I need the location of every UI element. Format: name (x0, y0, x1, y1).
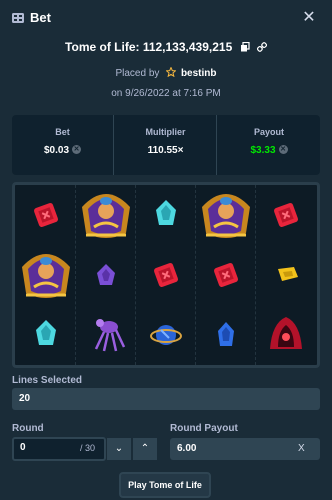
round-label: Round (12, 423, 44, 434)
currency-clear-icon: X (298, 443, 305, 454)
wild-priestess-icon (196, 185, 256, 245)
round-payout-label: Round Payout (170, 423, 238, 434)
link-icon[interactable] (256, 42, 267, 52)
reel-3 (136, 185, 196, 365)
bet-date: on 9/26/2022 at 7:16 PM (111, 88, 221, 99)
bet-value-row: $0.03 (12, 144, 113, 156)
wild-priestess-icon (76, 185, 136, 245)
modal-header: Bet ✕ (0, 0, 332, 36)
game-title-row: Tome of Life: 112,133,439,215 (0, 40, 332, 58)
reel-2 (76, 185, 136, 365)
red-gem-icon (136, 245, 196, 305)
bet-stat: Bet $0.03 (12, 115, 114, 175)
placed-by-label: Placed by (115, 68, 160, 79)
round-total: / 30 (80, 443, 96, 453)
red-hood-icon (256, 305, 316, 365)
ticket-icon (12, 13, 24, 23)
star-icon (166, 67, 177, 77)
play-game-button[interactable]: Play Tome of Life (119, 472, 211, 498)
bet-stats-panel: Bet $0.03 Multiplier 110.55× Payout $3.3… (12, 115, 320, 175)
chevron-up-icon: ⌃ (140, 443, 150, 454)
multiplier-label: Multiplier (145, 127, 186, 137)
payout-label: Payout (253, 127, 284, 137)
lines-selected-field: 20 (12, 388, 320, 410)
round-value: 0 (20, 442, 26, 453)
multiplier-stat: Multiplier 110.55× (115, 115, 217, 175)
round-up-button[interactable]: ⌃ (133, 438, 157, 460)
lines-selected-label: Lines Selected (12, 375, 83, 386)
red-gem-icon (196, 245, 256, 305)
round-down-button[interactable]: ⌄ (107, 438, 131, 460)
payout-value-row: $3.33 (218, 144, 320, 156)
blue-orb-icon (136, 305, 196, 365)
slot-board (12, 182, 320, 368)
copy-icon[interactable] (240, 42, 250, 52)
game-title: Tome of Life: 112,133,439,215 (65, 40, 233, 54)
bet-label: Bet (55, 127, 70, 137)
red-gem-icon (256, 185, 316, 245)
currency-icon (72, 144, 82, 155)
cyan-gem-icon (16, 305, 76, 365)
reel-5 (256, 185, 316, 365)
wild-priestess-icon (16, 245, 76, 305)
payout-stat: Payout $3.33 (218, 115, 320, 175)
close-icon[interactable]: ✕ (300, 9, 318, 27)
cyan-gem-icon (136, 185, 196, 245)
currency-icon (278, 144, 288, 155)
blue-gem-icon (196, 305, 256, 365)
red-gem-icon (16, 185, 76, 245)
multiplier-value: 110.55× (147, 145, 184, 156)
spider-creature-icon (76, 305, 136, 365)
reel-4 (196, 185, 256, 365)
payout-value: $3.33 (250, 145, 276, 156)
purple-gem-icon (76, 245, 136, 305)
chevron-down-icon: ⌄ (114, 443, 124, 454)
round-payout-value: 6.00 (177, 443, 197, 454)
placed-by-row: Placed by bestinb (0, 67, 332, 81)
modal-title: Bet (30, 10, 51, 25)
bet-value: $0.03 (43, 145, 70, 156)
username-link[interactable]: bestinb (181, 68, 217, 79)
yellow-gem-icon (256, 245, 316, 305)
reel-1 (16, 185, 76, 365)
